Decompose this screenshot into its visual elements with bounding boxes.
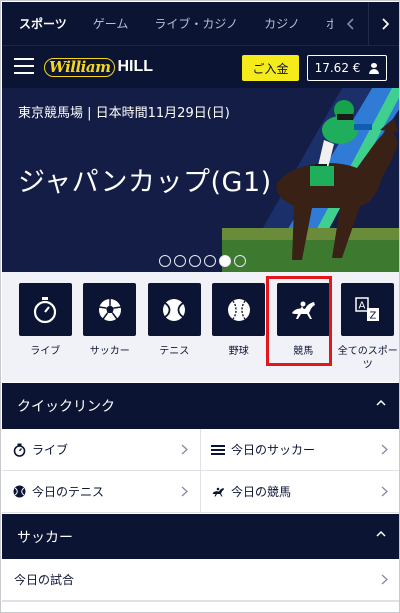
quicklinks-title: クイックリンク <box>17 399 115 415</box>
sport-soccer[interactable]: サッカー <box>78 283 143 382</box>
chevron-up-icon <box>376 530 386 537</box>
top-tabs: スポーツ ゲーム ライブ・カジノ カジノ ポー <box>2 2 333 45</box>
row-label: 今日の試合 <box>14 573 75 587</box>
quicklink-today-soccer[interactable]: 今日のサッカー <box>201 429 399 471</box>
sport-label: サッカー <box>89 346 130 357</box>
chevron-right-icon <box>381 486 388 497</box>
soccer-title: サッカー <box>17 530 73 546</box>
stopwatch-icon <box>18 283 72 336</box>
quicklink-label: 今日のテニス <box>32 485 105 499</box>
promo-banner[interactable]: 東京競馬場 | 日本時間11月29日(日) ジャパンカップ(G1) <box>2 88 399 272</box>
sport-tennis[interactable]: テニス <box>142 283 207 382</box>
sport-label: テニス <box>159 346 190 357</box>
carousel-dot[interactable] <box>204 255 216 267</box>
tab-games[interactable]: ゲーム <box>80 2 142 45</box>
chevron-up-icon <box>376 399 386 406</box>
banner-venue: 東京競馬場 | 日本時間11月29日(日) <box>18 106 230 121</box>
banner-title: ジャパンカップ(G1) <box>18 167 272 198</box>
svg-text:A: A <box>358 300 365 311</box>
sport-label: 野球 <box>228 346 249 357</box>
sport-label: 競馬 <box>293 346 314 357</box>
logo-word: HILL <box>117 58 154 75</box>
balance-amount: 17.62 € <box>314 61 361 75</box>
tab-sports[interactable]: スポーツ <box>2 2 80 45</box>
soccer-header[interactable]: サッカー <box>2 514 399 560</box>
chevron-right-icon <box>181 486 188 497</box>
a-z-icon: AZ <box>341 283 395 336</box>
horse-racing-icon <box>276 283 330 336</box>
quicklink-label: ライブ <box>32 443 69 457</box>
chevron-right-icon[interactable] <box>368 2 399 45</box>
quicklink-label: 今日のサッカー <box>231 443 316 457</box>
carousel-dot[interactable] <box>234 255 246 267</box>
sport-label: 全てのスポーツ <box>337 346 398 371</box>
header: William HILL ご入金 17.62 € <box>2 45 399 88</box>
sport-label: ライブ <box>30 346 61 357</box>
tab-casino[interactable]: カジノ <box>251 2 313 45</box>
app-frame: スポーツ ゲーム ライブ・カジノ カジノ ポー William HILL ご入金… <box>0 0 400 613</box>
sport-live[interactable]: ライブ <box>13 283 78 382</box>
top-tab-nav: スポーツ ゲーム ライブ・カジノ カジノ ポー <box>2 2 399 45</box>
svg-text:Z: Z <box>369 310 376 321</box>
tennis-ball-icon <box>147 283 201 336</box>
tab-poker[interactable]: ポー <box>313 2 333 45</box>
baseball-icon <box>212 283 266 336</box>
chevron-left-icon[interactable] <box>335 2 367 45</box>
chevron-right-icon <box>181 444 188 455</box>
next-row-partial <box>2 601 399 612</box>
carousel-dot[interactable] <box>159 255 171 267</box>
hamburger-menu-icon[interactable] <box>14 58 34 75</box>
user-icon <box>369 62 380 74</box>
carousel-dots <box>159 255 246 267</box>
horse-racing-icon <box>211 485 225 499</box>
sports-shortcuts: ライブ サッカー テニス 野球 競馬 A Z 全てのスポーツ <box>2 272 400 382</box>
chevron-right-icon <box>381 444 388 455</box>
stopwatch-icon <box>12 443 26 457</box>
quicklinks-header[interactable]: クイックリンク <box>2 383 399 429</box>
sport-baseball[interactable]: 野球 <box>207 283 272 382</box>
balance-button[interactable]: 17.62 € <box>307 55 387 81</box>
list-icon <box>211 443 225 457</box>
logo-script: William <box>44 57 116 77</box>
carousel-dot[interactable] <box>174 255 186 267</box>
tab-live-casino[interactable]: ライブ・カジノ <box>141 2 251 45</box>
quicklink-today-horse-racing[interactable]: 今日の競馬 <box>201 471 399 513</box>
chevron-right-icon <box>381 574 388 585</box>
quicklink-label: 今日の競馬 <box>231 485 292 499</box>
carousel-dot-active[interactable] <box>219 255 231 267</box>
sport-horse-racing[interactable]: 競馬 <box>271 283 336 382</box>
soccer-today-matches[interactable]: 今日の試合 <box>2 559 399 601</box>
quicklink-live[interactable]: ライブ <box>2 429 201 471</box>
deposit-button[interactable]: ご入金 <box>242 55 299 81</box>
tennis-ball-icon <box>12 485 26 499</box>
william-hill-logo[interactable]: William HILL <box>44 57 153 77</box>
sport-all-sports[interactable]: AZ 全てのスポーツ <box>336 283 400 382</box>
quicklinks-grid: ライブ 今日のサッカー 今日のテニス 今日の競馬 <box>2 429 399 513</box>
carousel-dot[interactable] <box>189 255 201 267</box>
quicklink-today-tennis[interactable]: 今日のテニス <box>2 471 201 513</box>
soccer-ball-icon <box>83 283 137 336</box>
